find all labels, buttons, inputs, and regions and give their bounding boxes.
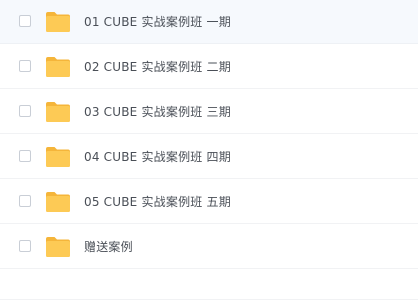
folder-icon [45, 236, 71, 258]
file-name[interactable]: 01 CUBE 实战案例班 一期 [84, 0, 231, 44]
row-checkbox[interactable] [19, 150, 31, 162]
folder-icon [45, 101, 71, 123]
list-divider [0, 299, 418, 300]
file-row[interactable]: 02 CUBE 实战案例班 二期 [0, 45, 418, 89]
file-name[interactable]: 赠送案例 [84, 225, 133, 269]
file-name[interactable]: 04 CUBE 实战案例班 四期 [84, 135, 231, 179]
row-checkbox[interactable] [19, 240, 31, 252]
file-row[interactable]: 赠送案例 [0, 225, 418, 269]
file-row[interactable]: 05 CUBE 实战案例班 五期 [0, 180, 418, 224]
file-name[interactable]: 05 CUBE 实战案例班 五期 [84, 180, 231, 224]
row-checkbox[interactable] [19, 15, 31, 27]
row-checkbox[interactable] [19, 195, 31, 207]
file-row[interactable]: 04 CUBE 实战案例班 四期 [0, 135, 418, 179]
file-row[interactable]: 01 CUBE 实战案例班 一期 [0, 0, 418, 44]
folder-icon [45, 56, 71, 78]
file-name[interactable]: 03 CUBE 实战案例班 三期 [84, 90, 231, 134]
folder-icon [45, 11, 71, 33]
file-name[interactable]: 02 CUBE 实战案例班 二期 [84, 45, 231, 89]
folder-icon [45, 191, 71, 213]
row-checkbox[interactable] [19, 105, 31, 117]
folder-icon [45, 146, 71, 168]
file-list: 01 CUBE 实战案例班 一期 02 CUBE 实战案例班 二期 03 CUB… [0, 0, 418, 302]
row-checkbox[interactable] [19, 60, 31, 72]
file-row[interactable]: 03 CUBE 实战案例班 三期 [0, 90, 418, 134]
